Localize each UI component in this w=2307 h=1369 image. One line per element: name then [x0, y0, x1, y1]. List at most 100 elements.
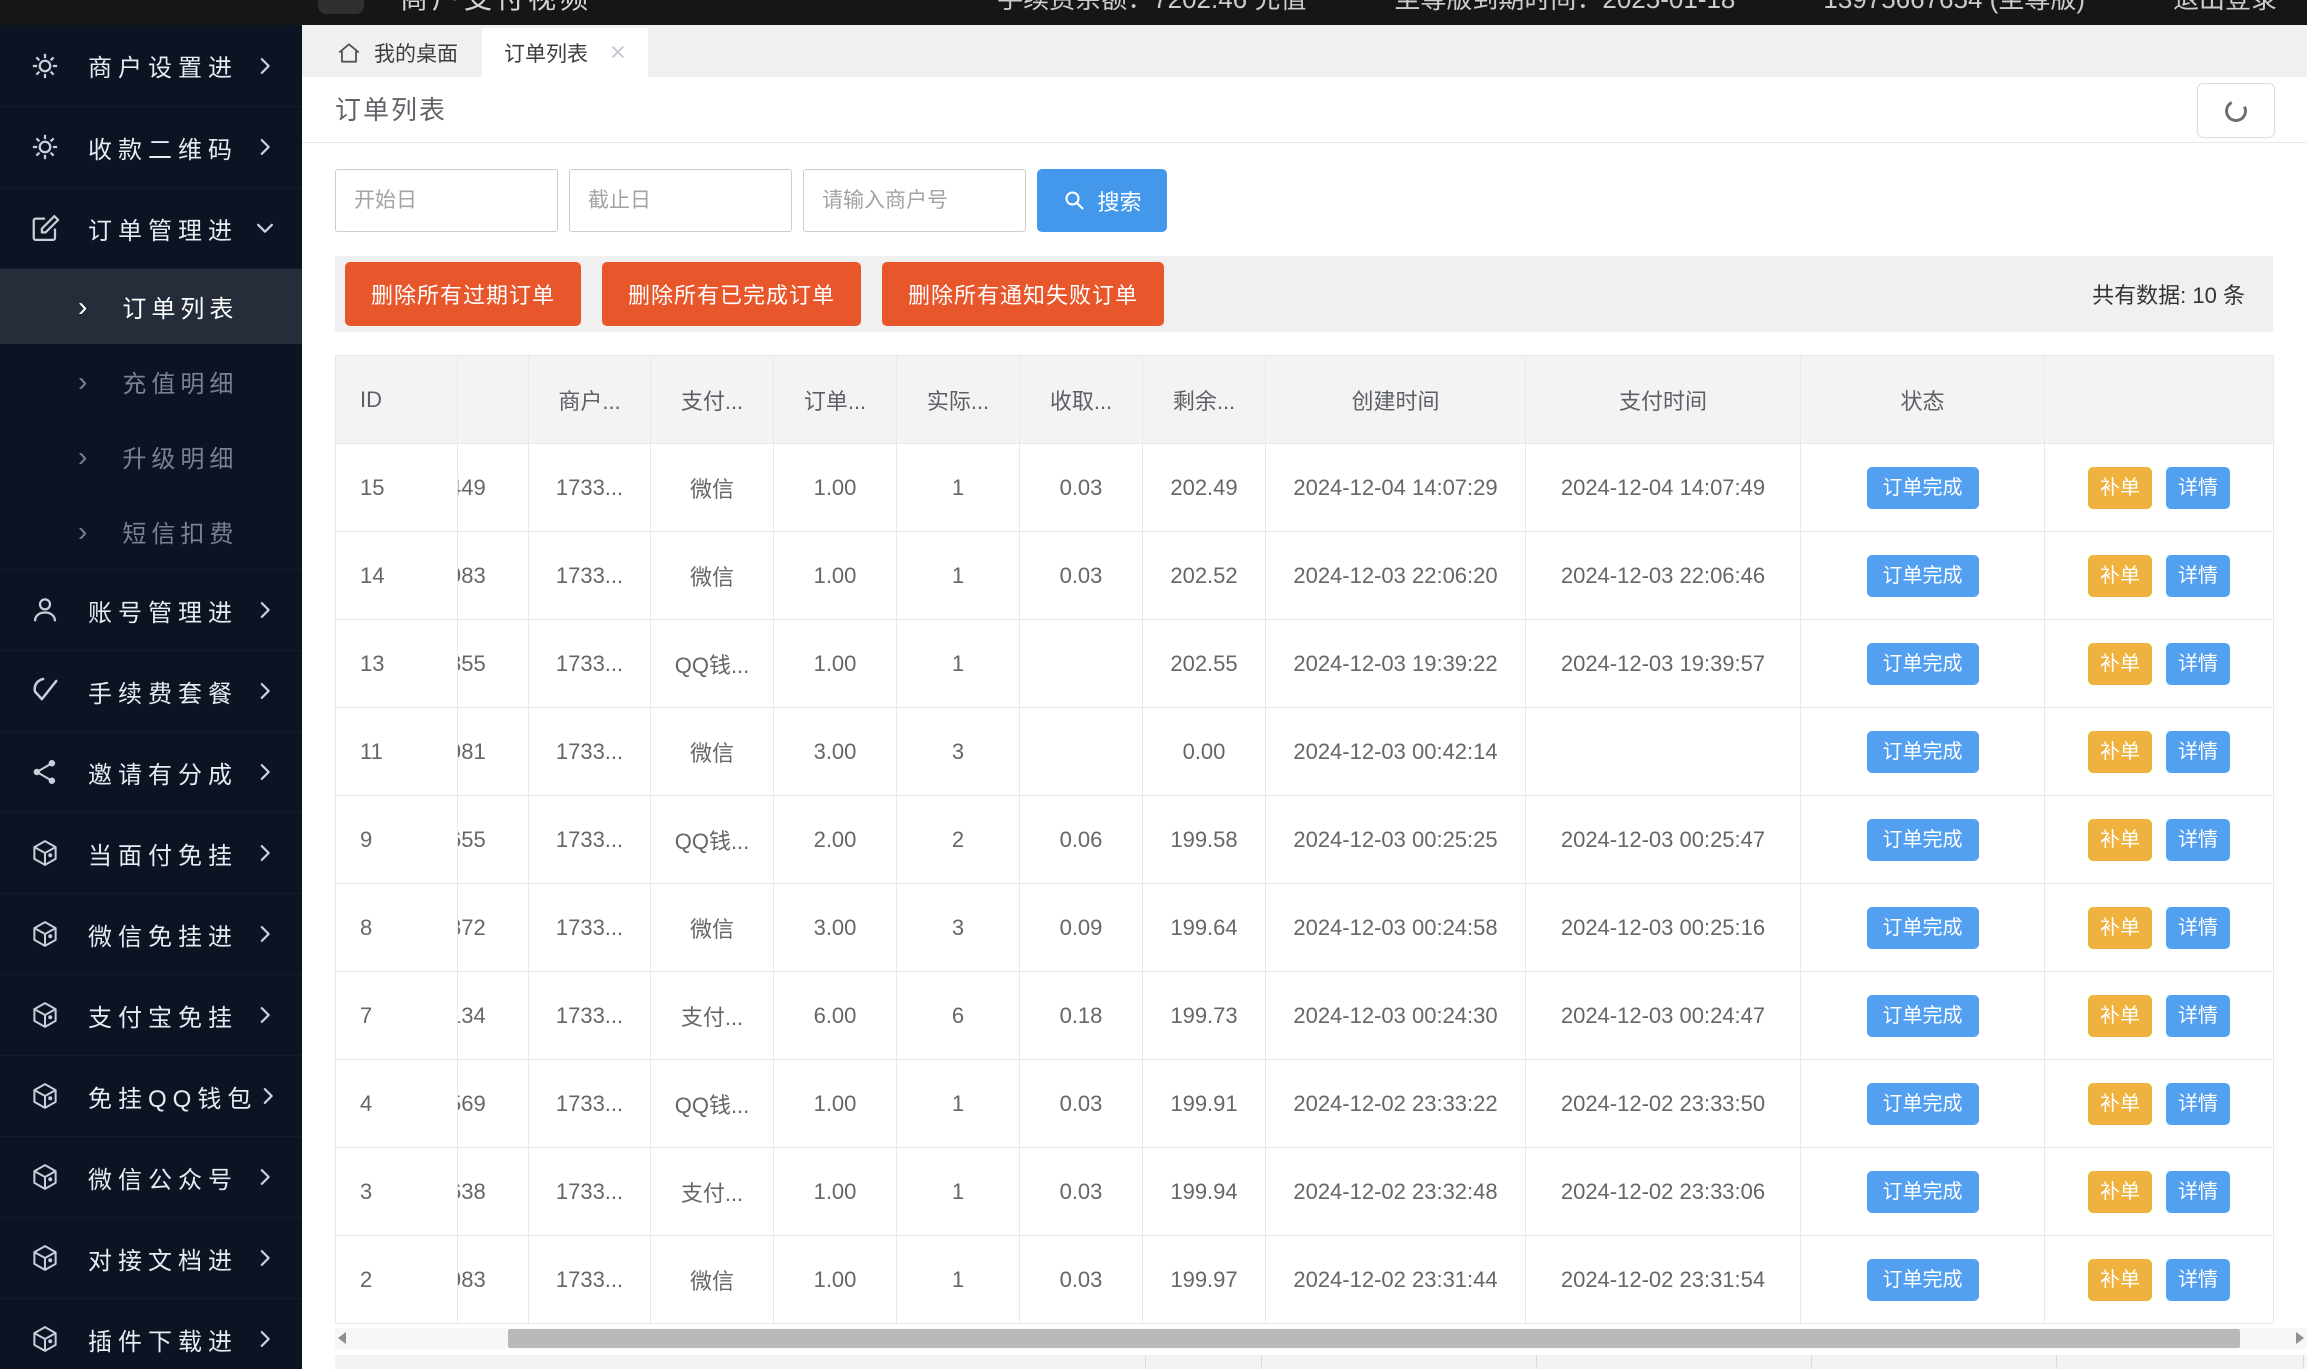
status-badge: 订单完成	[1866, 730, 1979, 773]
chevron-right-icon	[254, 1166, 276, 1188]
detail-button[interactable]: 详情	[2166, 642, 2230, 685]
cell-actual: 3	[896, 883, 1020, 972]
cell-actual: 6	[896, 971, 1020, 1060]
cell-merchant_partial: 638	[457, 1147, 529, 1236]
merchant-no-input[interactable]	[803, 169, 1026, 232]
column-header: 支付时间	[1525, 355, 1801, 444]
sidebar-toggle-button[interactable]	[318, 0, 364, 14]
cell-merchant: 1733...	[528, 531, 651, 620]
table-row: 154491733...微信1.0010.03202.492024-12-04 …	[335, 443, 2274, 532]
sidebar-item[interactable]: 账号管理进	[0, 569, 302, 650]
refresh-button[interactable]	[2197, 83, 2275, 138]
sidebar-item[interactable]: 对接文档进	[0, 1217, 302, 1298]
sidebar-item[interactable]: 收款二维码	[0, 106, 302, 187]
sidebar-subitem[interactable]: › 短信扣费	[0, 494, 302, 569]
sidebar-subitem[interactable]: › 订单列表	[0, 269, 302, 344]
chevron-right-icon	[254, 923, 276, 945]
cell-order_amount: 1.00	[773, 1235, 897, 1324]
table-row: 119811733...微信3.003 0.002024-12-03 00:42:…	[335, 707, 2274, 796]
sidebar-item[interactable]: 插件下载进	[0, 1298, 302, 1369]
cell-paid_at: 2024-12-02 23:33:50	[1525, 1059, 1801, 1148]
cell-status: 订单完成	[1800, 971, 2045, 1060]
topbar-item[interactable]: 手续费余额：7202.46 充值	[997, 0, 1306, 16]
cell-merchant: 1733...	[528, 1235, 651, 1324]
cell-remain: 202.49	[1142, 443, 1266, 532]
table-row: 88721733...微信3.0030.09199.642024-12-03 0…	[335, 883, 2274, 972]
end-date-input[interactable]	[569, 169, 792, 232]
cell-order_amount: 3.00	[773, 883, 897, 972]
supplement-button[interactable]: 补单	[2088, 642, 2152, 685]
scroll-right-arrow-icon[interactable]	[2296, 1332, 2304, 1344]
sidebar-subitem[interactable]: › 充值明细	[0, 344, 302, 419]
supplement-button[interactable]: 补单	[2088, 466, 2152, 509]
cell-order_amount: 1.00	[773, 443, 897, 532]
supplement-button[interactable]: 补单	[2088, 1170, 2152, 1213]
cell-fee: 0.18	[1019, 971, 1143, 1060]
sidebar-item[interactable]: 免挂QQ钱包	[0, 1055, 302, 1136]
tab-strip: 我的桌面 订单列表 ×	[302, 25, 2307, 77]
cell-remain: 199.58	[1142, 795, 1266, 884]
detail-button[interactable]: 详情	[2166, 1258, 2230, 1301]
sidebar-item[interactable]: 邀请有分成	[0, 731, 302, 812]
supplement-button[interactable]: 补单	[2088, 906, 2152, 949]
sidebar-item[interactable]: 微信免挂进	[0, 893, 302, 974]
column-header	[457, 355, 529, 444]
search-button[interactable]: 搜索	[1037, 169, 1167, 232]
horizontal-scrollbar[interactable]	[335, 1328, 2307, 1349]
sidebar-item[interactable]: 支付宝免挂	[0, 974, 302, 1055]
cell-merchant_partial: 449	[457, 443, 529, 532]
sidebar-item[interactable]: 微信公众号	[0, 1136, 302, 1217]
scrollbar-thumb[interactable]	[508, 1329, 2240, 1348]
cell-id: 11	[335, 707, 458, 796]
detail-button[interactable]: 详情	[2166, 730, 2230, 773]
sidebar-item[interactable]: 手续费套餐	[0, 650, 302, 731]
panel-header: 订单列表	[302, 77, 2307, 143]
supplement-button[interactable]: 补单	[2088, 1258, 2152, 1301]
tab-my-desktop[interactable]: 我的桌面	[312, 28, 482, 77]
cell-pay_type: 微信	[650, 1235, 774, 1324]
detail-button[interactable]: 详情	[2166, 466, 2230, 509]
delete-completed-orders-button[interactable]: 删除所有已完成订单	[602, 262, 862, 326]
detail-button[interactable]: 详情	[2166, 818, 2230, 861]
sidebar-subitem[interactable]: › 升级明细	[0, 419, 302, 494]
sidebar-item[interactable]: 当面付免挂	[0, 812, 302, 893]
cell-fee: 0.03	[1019, 1235, 1143, 1324]
cell-created_at: 2024-12-02 23:32:48	[1265, 1147, 1526, 1236]
tab-order-list[interactable]: 订单列表 ×	[482, 28, 648, 77]
cell-order_amount: 1.00	[773, 619, 897, 708]
supplement-button[interactable]: 补单	[2088, 994, 2152, 1037]
topbar-item[interactable]: 退出登录	[2173, 0, 2277, 16]
cell-created_at: 2024-12-03 00:24:30	[1265, 971, 1526, 1060]
close-icon[interactable]: ×	[610, 39, 626, 66]
cell-merchant: 1733...	[528, 707, 651, 796]
supplement-button[interactable]: 补单	[2088, 818, 2152, 861]
supplement-button[interactable]: 补单	[2088, 730, 2152, 773]
chevron-down-icon	[254, 217, 276, 239]
topbar-item[interactable]: 13975667654 (至尊版)	[1823, 0, 2085, 16]
start-date-input[interactable]	[335, 169, 558, 232]
detail-button[interactable]: 详情	[2166, 906, 2230, 949]
cell-paid_at: 2024-12-03 00:25:16	[1525, 883, 1801, 972]
detail-button[interactable]: 详情	[2166, 554, 2230, 597]
sidebar-subitem-label: 充值明细	[122, 371, 239, 398]
cell-id: 9	[335, 795, 458, 884]
detail-button[interactable]: 详情	[2166, 994, 2230, 1037]
scroll-left-arrow-icon[interactable]	[338, 1332, 346, 1344]
chevron-right-icon: ›	[78, 515, 93, 547]
sidebar-item[interactable]: 商户设置进	[0, 25, 302, 106]
cell-remain: 199.64	[1142, 883, 1266, 972]
column-header: 创建时间	[1265, 355, 1526, 444]
detail-button[interactable]: 详情	[2166, 1170, 2230, 1213]
cube-icon	[30, 1000, 62, 1030]
edit-icon	[30, 213, 62, 243]
sidebar-item[interactable]: 订单管理进	[0, 187, 302, 268]
table-row: 96551733...QQ钱...2.0020.06199.582024-12-…	[335, 795, 2274, 884]
supplement-button[interactable]: 补单	[2088, 554, 2152, 597]
detail-button[interactable]: 详情	[2166, 1082, 2230, 1125]
delete-notify-failed-orders-button[interactable]: 删除所有通知失败订单	[882, 262, 1165, 326]
cell-created_at: 2024-12-03 00:25:25	[1265, 795, 1526, 884]
supplement-button[interactable]: 补单	[2088, 1082, 2152, 1125]
cell-paid_at	[1525, 707, 1801, 796]
delete-expired-orders-button[interactable]: 删除所有过期订单	[345, 262, 582, 326]
topbar-item[interactable]: 至尊版到期时间：2025-01-18	[1394, 0, 1735, 16]
